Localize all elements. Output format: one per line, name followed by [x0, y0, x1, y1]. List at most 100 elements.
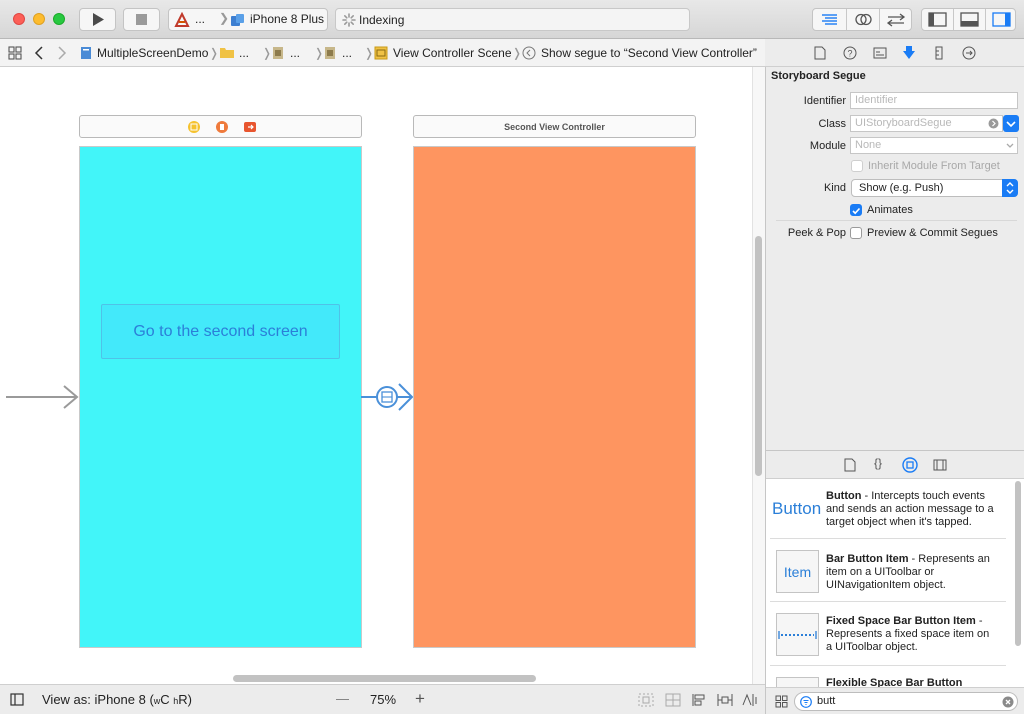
connections-inspector-icon[interactable]: [962, 46, 976, 60]
toggle-navigator-button[interactable]: [922, 9, 953, 30]
library-scroll-thumb[interactable]: [1015, 481, 1021, 646]
bottom-panel-icon: [960, 12, 979, 27]
class-dropdown-button[interactable]: [1003, 115, 1019, 132]
library-item-bar-button-item[interactable]: Item Bar Button Item - Represents an ite…: [770, 540, 1006, 602]
align-icon[interactable]: [691, 693, 707, 707]
breadcrumb-folder[interactable]: ...: [239, 46, 249, 60]
class-field[interactable]: UIStoryboardSegue: [850, 115, 1003, 132]
file-inspector-icon[interactable]: [814, 46, 826, 60]
chevron-right-icon: ❭: [262, 46, 273, 60]
identifier-field[interactable]: Identifier: [850, 92, 1018, 109]
assistant-editor-icon: [855, 13, 872, 26]
exit-icon[interactable]: [243, 120, 257, 134]
identity-inspector-icon[interactable]: [873, 46, 887, 60]
library-item-flexible-space[interactable]: Flexible Space Bar Button: [770, 667, 1006, 687]
close-window-button[interactable]: [13, 13, 25, 25]
code-snippet-icon[interactable]: {}: [874, 456, 882, 470]
clear-icon[interactable]: [1002, 696, 1014, 708]
stop-button[interactable]: [123, 8, 160, 31]
class-placeholder: UIStoryboardSegue: [855, 117, 952, 129]
first-view-controller-screen[interactable]: [79, 146, 362, 648]
second-scene-dock[interactable]: Second View Controller: [413, 115, 696, 138]
update-frames-icon[interactable]: [665, 693, 681, 707]
zoom-level[interactable]: 75%: [370, 692, 396, 707]
go-to-second-screen-button[interactable]: Go to the second screen: [101, 304, 340, 359]
chevron-right-icon: ❭: [209, 46, 220, 60]
run-button[interactable]: [79, 8, 116, 31]
inspector-tabs: ?: [765, 39, 1024, 67]
activity-status: Indexing: [335, 8, 690, 31]
canvas-bottom-bar: View as: iPhone 8 (wC hR) — 75% +: [0, 684, 765, 714]
library-item-text: Fixed Space Bar Button Item - Represents…: [826, 615, 990, 653]
media-library-icon[interactable]: [933, 458, 947, 472]
view-controller-icon[interactable]: [187, 120, 201, 134]
section-divider: [776, 220, 1017, 221]
editor-mode-segmented: [812, 8, 912, 31]
kind-popup[interactable]: Show (e.g. Push): [851, 179, 1018, 197]
attributes-inspector-icon[interactable]: [902, 45, 916, 61]
chevron-right-icon: ❭: [512, 46, 523, 60]
library-item-text: Button - Intercepts touch events and sen…: [826, 490, 994, 528]
library-item-text: Bar Button Item - Represents an item on …: [826, 553, 990, 591]
file-template-icon[interactable]: [844, 458, 856, 472]
navigate-arrow-icon[interactable]: [988, 118, 999, 129]
entry-point-arrow-icon[interactable]: [0, 384, 80, 410]
kind-value: Show (e.g. Push): [859, 182, 944, 194]
forward-arrow-icon[interactable]: [56, 46, 68, 60]
play-icon: [93, 13, 104, 26]
assistant-editor-button[interactable]: [846, 9, 879, 30]
zoom-window-button[interactable]: [53, 13, 65, 25]
quick-help-icon[interactable]: ?: [843, 46, 857, 60]
breadcrumb-project[interactable]: MultipleScreenDemo: [97, 46, 208, 60]
library-item-button[interactable]: Button Button - Intercepts touch events …: [770, 482, 1006, 539]
standard-editor-button[interactable]: [813, 9, 846, 30]
scheme-app-label: ...: [195, 12, 206, 26]
breadcrumb-file1[interactable]: ...: [290, 46, 300, 60]
scene-icon: [374, 46, 388, 60]
second-view-controller-screen[interactable]: [413, 146, 696, 648]
breadcrumb-scene[interactable]: View Controller Scene: [393, 46, 512, 60]
chevron-down-icon: [1006, 143, 1014, 148]
segue-arrow-icon[interactable]: [361, 380, 415, 414]
chevron-right-icon: ❭: [364, 46, 375, 60]
class-label: Class: [818, 118, 846, 130]
filter-icon: [800, 696, 812, 708]
section-title: Storyboard Segue: [771, 70, 866, 82]
first-responder-icon[interactable]: [215, 120, 229, 134]
toggle-utilities-button[interactable]: [985, 9, 1016, 30]
preview-commit-checkbox[interactable]: [850, 227, 862, 239]
module-field[interactable]: None: [850, 137, 1018, 154]
embed-in-stack-icon[interactable]: [638, 693, 654, 707]
button-title: Go to the second screen: [133, 322, 308, 340]
inherit-module-checkbox[interactable]: [851, 160, 863, 172]
size-inspector-icon[interactable]: [935, 46, 943, 60]
resolve-issues-icon[interactable]: [742, 693, 758, 707]
scheme-selector[interactable]: ... ❯ iPhone 8 Plus: [168, 8, 328, 31]
breadcrumb-file2[interactable]: ...: [342, 46, 352, 60]
minimize-window-button[interactable]: [33, 13, 45, 25]
version-editor-button[interactable]: [879, 9, 912, 30]
library-filter-bar: butt: [766, 687, 1024, 714]
back-arrow-icon[interactable]: [33, 46, 45, 60]
chevron-right-icon: ❯: [219, 11, 230, 25]
checkmark-icon: [852, 207, 861, 215]
grid-view-icon[interactable]: [775, 695, 788, 708]
library-filter-field[interactable]: butt: [794, 692, 1018, 711]
animates-checkbox[interactable]: [850, 204, 862, 216]
library-item-fixed-space[interactable]: Fixed Space Bar Button Item - Represents…: [770, 603, 1006, 666]
canvas-vertical-scroll-thumb[interactable]: [755, 236, 762, 476]
breadcrumb-segue[interactable]: Show segue to “Second View Controller”: [541, 46, 757, 60]
canvas-horizontal-scroll-thumb[interactable]: [233, 675, 536, 682]
object-library-icon[interactable]: [902, 457, 918, 473]
kind-label: Kind: [823, 182, 846, 194]
related-items-icon[interactable]: [8, 46, 22, 60]
toggle-debug-area-button[interactable]: [953, 9, 985, 30]
first-scene-dock[interactable]: [79, 115, 362, 138]
document-outline-icon[interactable]: [10, 693, 24, 706]
view-as-button[interactable]: View as: iPhone 8 (wC hR): [42, 692, 192, 707]
add-constraints-icon[interactable]: [717, 693, 733, 707]
zoom-in-button[interactable]: +: [415, 689, 425, 709]
zoom-out-button[interactable]: —: [336, 691, 349, 706]
status-text: Indexing: [359, 13, 405, 27]
view-as-label: View as: iPhone 8 (: [42, 692, 154, 707]
